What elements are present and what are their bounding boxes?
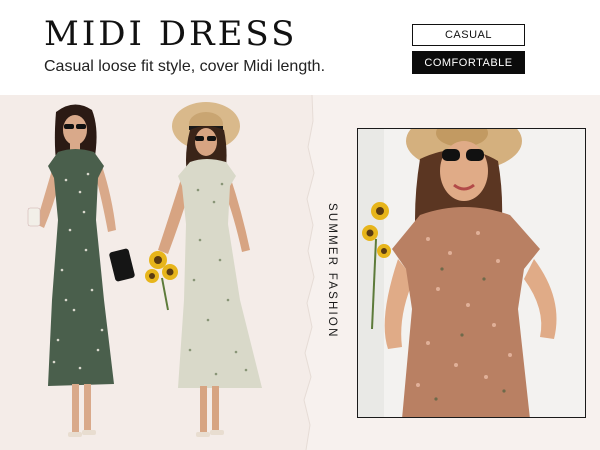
sunflower-icon xyxy=(145,251,178,311)
page-title: MIDI DRESS xyxy=(44,14,298,54)
tag-casual: CASUAL xyxy=(412,24,525,46)
tag-comfortable: COMFORTABLE xyxy=(412,51,525,74)
model-cream-dress-image xyxy=(145,102,262,437)
model-green-dress-image xyxy=(27,104,135,437)
closeup-photo-frame xyxy=(357,128,586,418)
model-closeup-image xyxy=(358,129,585,417)
summer-fashion-label: SUMMER FASHION xyxy=(326,203,338,339)
page-subtitle: Casual loose fit style, cover Midi lengt… xyxy=(44,58,326,75)
product-scene: SUMMER FASHION xyxy=(0,95,600,450)
header: MIDI DRESS Casual loose fit style, cover… xyxy=(0,0,600,95)
